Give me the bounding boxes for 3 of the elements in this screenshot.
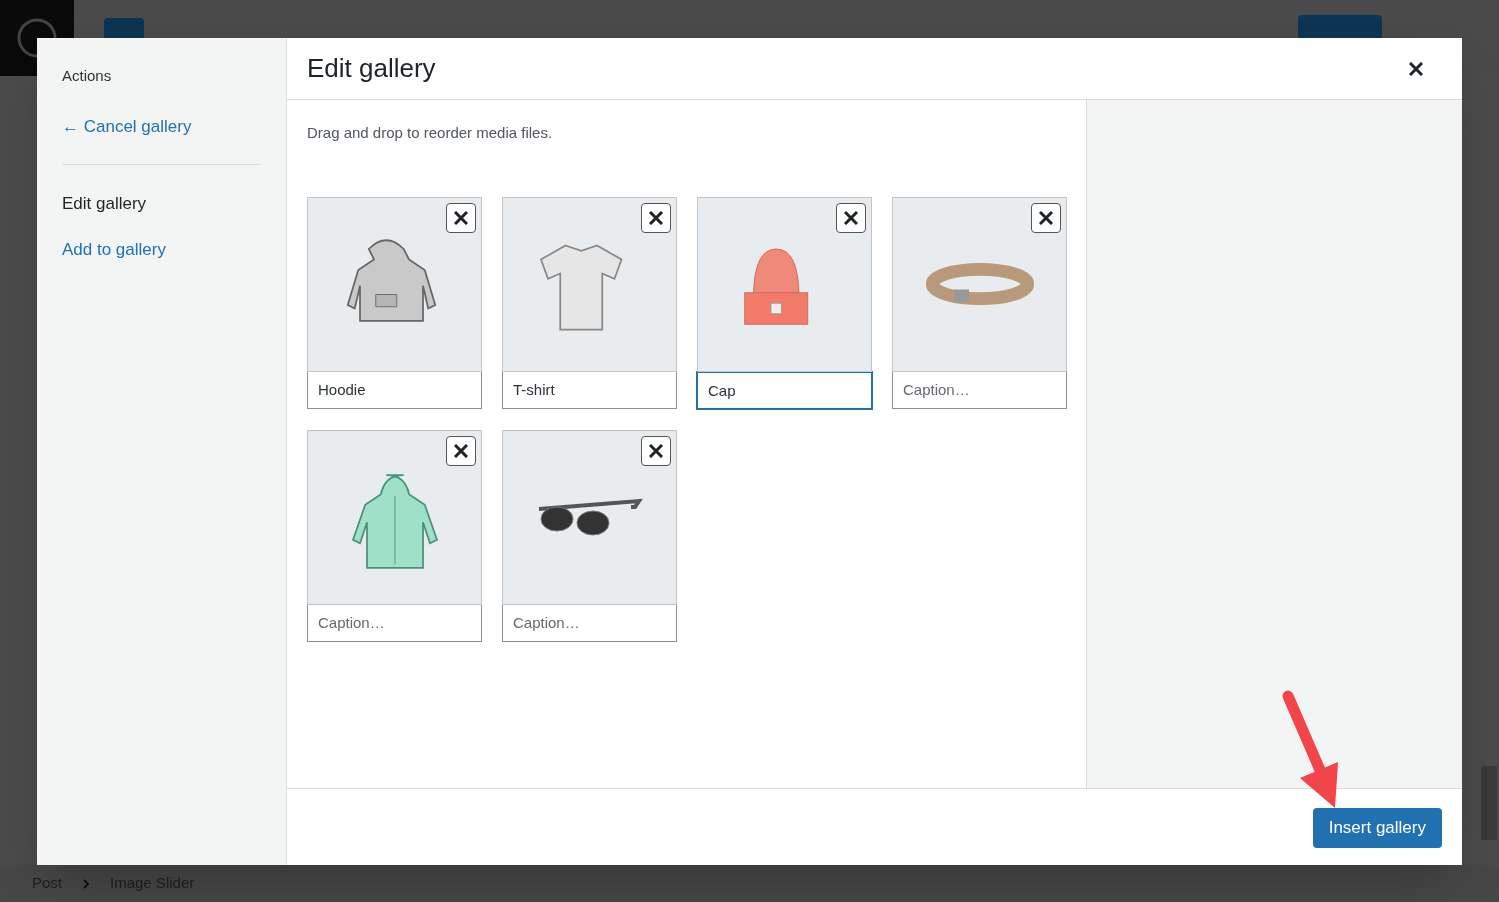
dialog-title: Edit gallery (307, 52, 436, 85)
instructions-text: Drag and drop to reorder media files. (307, 123, 554, 143)
sidebar-heading: Actions (62, 66, 113, 86)
